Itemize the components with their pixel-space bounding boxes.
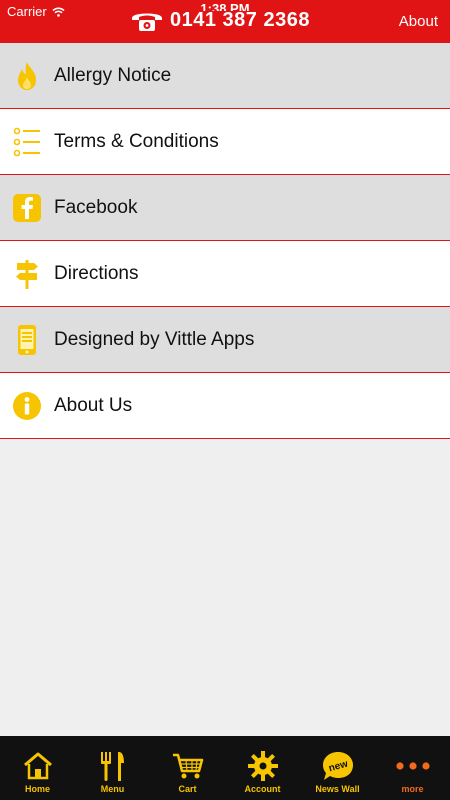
gear-icon [247, 750, 279, 782]
tab-cart[interactable]: Cart [150, 736, 225, 800]
more-dots-icon [395, 750, 431, 782]
tab-home[interactable]: Home [0, 736, 75, 800]
tab-bar: Home Menu Cart Account new News Wall mor… [0, 736, 450, 800]
call-button[interactable]: 0141 387 2368 [130, 9, 310, 32]
tab-label: Cart [178, 784, 197, 794]
menu-item-terms[interactable]: Terms & Conditions [0, 109, 450, 175]
more-menu-list: Allergy Notice Terms & Conditions Facebo… [0, 43, 450, 439]
menu-item-facebook[interactable]: Facebook [0, 175, 450, 241]
tab-more[interactable]: more [375, 736, 450, 800]
menu-item-label: Terms & Conditions [54, 130, 219, 152]
new-badge-icon: new [321, 750, 355, 782]
tab-label: Account [244, 784, 281, 794]
menu-item-allergy-notice[interactable]: Allergy Notice [0, 43, 450, 109]
menu-item-label: Facebook [54, 196, 138, 218]
tab-label: more [401, 784, 424, 794]
tab-menu[interactable]: Menu [75, 736, 150, 800]
cutlery-icon [98, 750, 128, 782]
telephone-icon [132, 13, 162, 31]
menu-item-label: About Us [54, 394, 133, 416]
tab-label: Menu [100, 784, 125, 794]
menu-item-about-us[interactable]: About Us [0, 373, 450, 439]
home-icon [22, 750, 54, 782]
about-button[interactable]: About [399, 13, 438, 30]
phone-number: 0141 387 2368 [170, 9, 310, 31]
signpost-icon [0, 247, 54, 301]
tab-label: Home [24, 784, 50, 794]
info-icon [0, 379, 54, 433]
menu-item-directions[interactable]: Directions [0, 241, 450, 307]
menu-item-designed-by[interactable]: Designed by Vittle Apps [0, 307, 450, 373]
facebook-icon [0, 181, 54, 235]
fire-icon [0, 49, 54, 103]
menu-item-label: Designed by Vittle Apps [54, 328, 255, 350]
header-bar: Carrier 1:38 PM 0141 387 2368 About [0, 0, 450, 43]
cart-icon [172, 750, 204, 782]
tab-news-wall[interactable]: new News Wall [300, 736, 375, 800]
tab-label: News Wall [315, 784, 360, 794]
menu-item-label: Directions [54, 262, 139, 284]
list-icon [0, 115, 54, 169]
phone-device-icon [0, 313, 54, 367]
menu-item-label: Allergy Notice [54, 64, 172, 86]
tab-account[interactable]: Account [225, 736, 300, 800]
